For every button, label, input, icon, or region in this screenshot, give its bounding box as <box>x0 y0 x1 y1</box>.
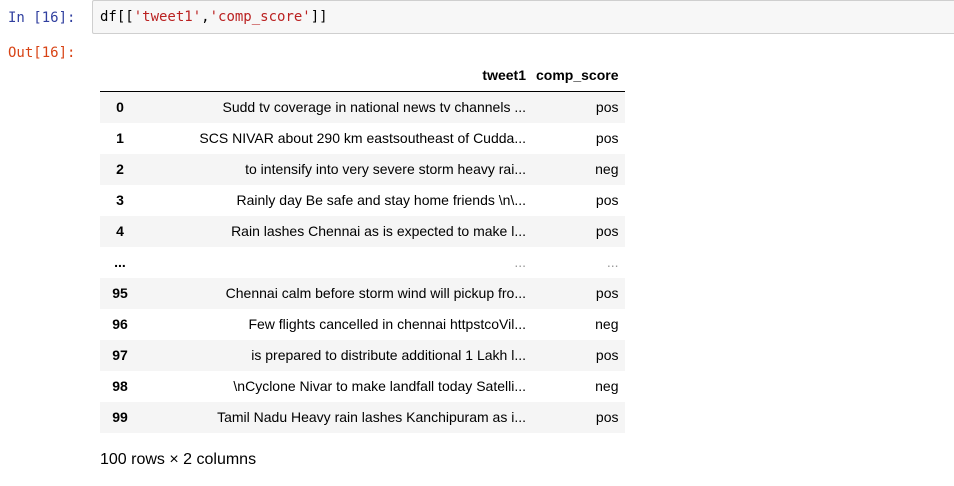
code-prefix: df[[ <box>100 9 134 25</box>
code-line[interactable]: df[['tweet1','comp_score']] <box>100 8 328 26</box>
cell-comp-score: neg <box>595 316 619 332</box>
table-header-row: tweet1 comp_score <box>100 60 626 92</box>
dataframe-output: tweet1 comp_score 0 Sudd tv coverage in n… <box>100 60 626 433</box>
row-index: 95 <box>112 285 128 301</box>
table-row: 4 Rain lashes Chennai as is expected to m… <box>100 216 626 247</box>
row-index: 0 <box>116 99 124 115</box>
header-tweet1: tweet1 <box>140 60 536 92</box>
cell-tweet1: to intensify into very severe storm heav… <box>245 161 526 177</box>
cell-tweet1: ... <box>514 254 526 270</box>
cell-tweet1: Rain lashes Chennai as is expected to ma… <box>231 223 526 239</box>
row-index: 99 <box>112 409 128 425</box>
row-index: 98 <box>112 378 128 394</box>
cell-tweet1: Few flights cancelled in chennai httpstc… <box>248 316 526 332</box>
output-prompt: Out[16]: <box>8 45 76 61</box>
table-row: 1 SCS NIVAR about 290 km eastsoutheast of… <box>100 123 625 154</box>
row-index: 97 <box>112 347 128 363</box>
cell-comp-score: pos <box>595 409 619 425</box>
code-string-comp-score: 'comp_score' <box>209 9 311 25</box>
cell-tweet1: Tamil Nadu Heavy rain lashes Kanchipuram… <box>217 409 526 425</box>
cell-comp-score: pos <box>595 99 619 115</box>
code-suffix: ]] <box>310 9 328 25</box>
cell-tweet1: Sudd tv coverage in national news tv cha… <box>222 99 526 115</box>
cell-comp-score: neg <box>595 378 619 394</box>
cell-tweet1: SCS NIVAR about 290 km eastsoutheast of … <box>199 130 526 146</box>
table-row: 2 to intensify into very severe storm hea… <box>100 154 626 185</box>
header-comp-score: comp_score <box>536 60 626 92</box>
cell-comp-score: pos <box>595 223 619 239</box>
row-index: 2 <box>116 161 124 177</box>
cell-comp-score: neg <box>595 161 619 177</box>
code-comma: , <box>201 9 210 25</box>
cell-tweet1: \nCyclone Nivar to make landfall today S… <box>233 378 526 394</box>
table-row: 97 is prepared to distribute additional 1… <box>100 340 626 371</box>
dataframe-table: tweet1 comp_score 0 Sudd tv coverage in n… <box>100 60 626 433</box>
cell-comp-score: pos <box>595 192 619 208</box>
table-row: 98 \nCyclone Nivar to make landfall today… <box>100 371 625 402</box>
row-index: 1 <box>116 130 124 146</box>
cell-comp-score: pos <box>595 285 619 301</box>
table-row: 3 Rainly day Be safe and stay home friend… <box>100 185 625 216</box>
header-index <box>100 60 140 92</box>
row-index: 3 <box>116 192 124 208</box>
cell-tweet1: is prepared to distribute additional 1 L… <box>251 347 526 363</box>
table-row: ......... <box>100 247 625 278</box>
code-string-tweet1: 'tweet1' <box>133 9 202 25</box>
row-index: 4 <box>116 223 124 239</box>
table-row: 99 Tamil Nadu Heavy rain lashes Kanchipur… <box>100 402 626 433</box>
dataframe-shape: 100 rows × 2 columns <box>100 451 257 468</box>
input-prompt: In [16]: <box>8 10 76 26</box>
cell-comp-score: pos <box>595 130 619 146</box>
row-index: ... <box>114 254 126 270</box>
table-body: 0 Sudd tv coverage in national news tv ch… <box>100 91 626 433</box>
table-row: 0 Sudd tv coverage in national news tv ch… <box>100 91 626 123</box>
code-input-cell[interactable]: df[['tweet1','comp_score']] <box>92 0 954 34</box>
cell-comp-score: ... <box>606 254 619 270</box>
cell-tweet1: Chennai calm before storm wind will pick… <box>225 285 526 301</box>
cell-tweet1: Rainly day Be safe and stay home friends… <box>236 192 527 208</box>
table-row: 96 Few flights cancelled in chennai https… <box>100 309 625 340</box>
row-index: 96 <box>112 316 128 332</box>
cell-comp-score: pos <box>595 347 619 363</box>
table-row: 95 Chennai calm before storm wind will pi… <box>100 278 626 309</box>
